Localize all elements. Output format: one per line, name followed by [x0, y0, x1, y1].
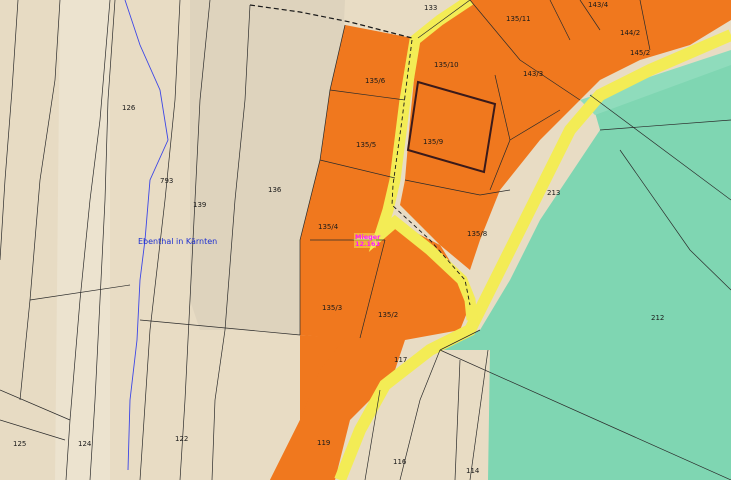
parcel-label: 124	[78, 440, 92, 448]
parcel-label: 144/2	[620, 29, 640, 37]
parcel-label: 213	[547, 189, 560, 197]
parcel-label: 143/4	[588, 1, 609, 9]
parcel-label: 135/6	[365, 77, 386, 85]
parcel-label: 122	[175, 435, 188, 443]
marker-sublabel: 12.163	[355, 240, 380, 248]
parcel-label: 135/10	[434, 61, 459, 69]
parcel-label: 139	[193, 201, 206, 209]
parcel-label: 135/3	[322, 304, 342, 312]
parcel-label: 126	[122, 104, 136, 112]
parcel-label: 117	[394, 356, 407, 364]
parcel-label: 133	[424, 4, 437, 12]
parcel-label: 793	[160, 177, 173, 185]
parcel-label: 135/11	[506, 15, 531, 23]
parcel-label: 125	[13, 440, 26, 448]
parcel-label: 135/8	[467, 230, 487, 238]
location-marker[interactable]: Mieger 12.163	[354, 233, 381, 248]
left-field-darker	[0, 0, 60, 480]
parcel-label: 114	[466, 467, 480, 475]
parcel-label: 135/4	[318, 223, 339, 231]
parcel-label: 119	[317, 439, 330, 447]
parcel-label: 143/3	[523, 70, 543, 78]
parcel-label: 135/9	[423, 138, 443, 146]
parcel-label: 145/2	[630, 49, 650, 57]
parcel-label: 212	[651, 314, 664, 322]
parcel-label: 136	[268, 186, 282, 194]
parcel-label: 135/5	[356, 141, 376, 149]
place-name: Ebenthal in Kärnten	[138, 237, 217, 246]
cadastral-map[interactable]: 133 135/11 143/4 144/2 145/2 135/6 135/1…	[0, 0, 731, 480]
parcel-label: 116	[393, 458, 407, 466]
parcel-label: 135/2	[378, 311, 398, 319]
